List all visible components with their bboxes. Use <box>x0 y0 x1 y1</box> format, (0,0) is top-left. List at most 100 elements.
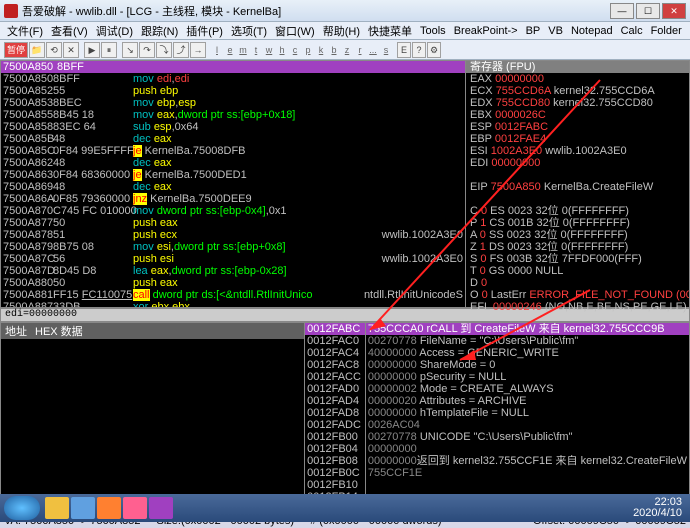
s-btn[interactable]: s <box>380 45 392 55</box>
reg-row[interactable]: Z 1 DS 0023 32位 0(FFFFFFFF) <box>466 241 689 253</box>
info-row[interactable]: 0026AC04 <box>366 419 689 431</box>
menu-vb[interactable]: VB <box>545 25 566 37</box>
cpu-row[interactable]: 7500A8508BFFmov edi,edi <box>1 73 465 85</box>
info-row[interactable]: 00270778 UNICODE "C:\Users\Public\fm" <box>366 431 689 443</box>
reg-row[interactable]: EDI 00000000 <box>466 157 689 169</box>
reg-row[interactable]: D 0 <box>466 277 689 289</box>
run-button[interactable]: ▶ <box>84 42 100 58</box>
t-btn[interactable]: t <box>250 45 262 55</box>
p-btn[interactable]: p <box>302 45 314 55</box>
info-row[interactable]: 00000002 Mode = CREATE_ALWAYS <box>366 383 689 395</box>
menu-bp[interactable]: BreakPoint-> <box>451 25 521 37</box>
reg-row[interactable]: A 0 SS 0023 32位 0(FFFFFFFF) <box>466 229 689 241</box>
c-btn[interactable]: c <box>289 45 301 55</box>
menu-view[interactable]: 查看(V) <box>48 23 91 39</box>
cpu-row[interactable]: 7500A87851push ecxwwlib.1002A3E0 <box>1 229 465 241</box>
menu-help[interactable]: 帮助(H) <box>320 23 363 39</box>
task-app1-icon[interactable] <box>97 497 121 519</box>
close-button[interactable]: ✕ <box>662 3 686 19</box>
open-button[interactable]: 📁 <box>29 42 45 58</box>
cpu-row[interactable]: 7500A85255push ebp <box>1 85 465 97</box>
cpu-row[interactable]: 7500A86A0F85 79360000jnz KernelBa.7500DE… <box>1 193 465 205</box>
cpu-row[interactable]: 7500A870C745 FC 010000mov dword ptr ss:[… <box>1 205 465 217</box>
cpu-row[interactable]: 7500A87C56push esiwwlib.1002A3E0 <box>1 253 465 265</box>
stack-row[interactable]: 0012FB08 <box>305 455 365 467</box>
cpu-row[interactable]: 7500A88050push eax <box>1 277 465 289</box>
cpu-row[interactable]: 7500A8798B75 08mov esi,dword ptr ss:[ebp… <box>1 241 465 253</box>
stack-row[interactable]: 0012FAC8 <box>305 359 365 371</box>
cpu-row[interactable]: 7500A85B48dec eax <box>1 133 465 145</box>
stack-row[interactable]: 0012FB10 <box>305 479 365 491</box>
info-row[interactable]: 00000000 <box>366 443 689 455</box>
cpu-row[interactable]: 7500A85C0F84 99E5FFFFje KernelBa.75008DF… <box>1 145 465 157</box>
m-btn[interactable]: m <box>237 45 249 55</box>
stack-row[interactable]: 0012FAC4 <box>305 347 365 359</box>
cpu-row[interactable]: 7500A88733DBxor ebx,ebx <box>1 301 465 308</box>
reg-row[interactable]: EBP 0012FAE4 <box>466 133 689 145</box>
info-row[interactable]: 00000000 pSecurity = NULL <box>366 371 689 383</box>
stack-row[interactable]: 0012FB04 <box>305 443 365 455</box>
h-btn[interactable]: h <box>276 45 288 55</box>
pause2-button[interactable]: ⏸ <box>101 42 117 58</box>
menu-folder[interactable]: Folder <box>648 25 685 37</box>
stack-row[interactable]: 0012FAD0 <box>305 383 365 395</box>
task-app3-icon[interactable] <box>149 497 173 519</box>
menu-shortcut[interactable]: 快捷菜单 <box>365 23 415 39</box>
r-btn[interactable]: r <box>354 45 366 55</box>
z-btn[interactable]: z <box>341 45 353 55</box>
cpu-row[interactable]: 7500A87750push eax <box>1 217 465 229</box>
menu-debug[interactable]: 调试(D) <box>93 23 136 39</box>
start-button[interactable] <box>4 496 40 520</box>
reg-row[interactable]: P 1 CS 001B 32位 0(FFFFFFFF) <box>466 217 689 229</box>
menu-option[interactable]: 选项(T) <box>228 23 270 39</box>
registers-pane[interactable]: 寄存器 (FPU) EAX 00000000ECX 755CCD6A kerne… <box>466 60 690 308</box>
stack-row[interactable]: 0012FADC <box>305 419 365 431</box>
reg-row[interactable]: EAX 00000000 <box>466 73 689 85</box>
menu-notepad[interactable]: Notepad <box>568 25 616 37</box>
info-row[interactable]: 40000000 Access = GENERIC_WRITE <box>366 347 689 359</box>
menu-calc[interactable]: Calc <box>618 25 646 37</box>
dots-btn[interactable]: ... <box>367 45 379 55</box>
info-row[interactable]: 00270778 FileName = "C:\Users\Public\fm" <box>366 335 689 347</box>
reg-row[interactable] <box>466 193 689 205</box>
restart-button[interactable]: ⟲ <box>46 42 62 58</box>
stack-row[interactable]: 0012FAD8 <box>305 407 365 419</box>
info-row[interactable]: 00000000返回到 kernel32.755CCF1E 来自 kernel3… <box>366 455 689 467</box>
menu-plugin[interactable]: 插件(P) <box>183 23 226 39</box>
info-row[interactable]: 00000000 ShareMode = 0 <box>366 359 689 371</box>
reg-row[interactable]: ESP 0012FABC <box>466 121 689 133</box>
task-explorer-icon[interactable] <box>71 497 95 519</box>
stepinto-button[interactable]: ↘ <box>122 42 138 58</box>
menu-window[interactable]: 窗口(W) <box>272 23 318 39</box>
reg-row[interactable]: EDX 755CCD80 kernel32.755CCD80 <box>466 97 689 109</box>
reg-row[interactable] <box>466 169 689 181</box>
cpu-row[interactable]: 7500A881FF15 FC110075call dword ptr ds:[… <box>1 289 465 301</box>
maximize-button[interactable]: ☐ <box>636 3 660 19</box>
tt-btn[interactable]: ? <box>412 42 426 58</box>
traceinto-button[interactable]: ⤵ <box>156 42 172 58</box>
stack-row[interactable]: 0012FACC <box>305 371 365 383</box>
cpu-row[interactable]: 7500A87D8D45 D8lea eax,dword ptr ss:[ebp… <box>1 265 465 277</box>
task-folder-icon[interactable] <box>45 497 69 519</box>
stepover-button[interactable]: ↷ <box>139 42 155 58</box>
cpu-row[interactable]: 7500A8558B45 18mov eax,dword ptr ss:[ebp… <box>1 109 465 121</box>
reg-row[interactable]: O 0 LastErr ERROR_FILE_NOT_FOUND (00 <box>466 289 689 301</box>
reg-row[interactable]: ECX 755CCD6A kernel32.755CCD6A <box>466 85 689 97</box>
cpu-row[interactable]: 7500A8630F84 68360000je KernelBa.7500DED… <box>1 169 465 181</box>
stack-row[interactable]: 0012FB00 <box>305 431 365 443</box>
k-btn[interactable]: k <box>315 45 327 55</box>
stack-row[interactable]: 0012FB0C <box>305 467 365 479</box>
menu-bp2[interactable]: BP <box>523 25 544 37</box>
reg-row[interactable]: EBX 0000026C <box>466 109 689 121</box>
reg-row[interactable]: EFL 00000246 (NO,NB,E,BE,NS,PE,GE,LE) <box>466 301 689 313</box>
e-btn[interactable]: e <box>224 45 236 55</box>
w-btn[interactable]: w <box>263 45 275 55</box>
cfg-btn[interactable]: ⚙ <box>427 42 441 58</box>
stack-row[interactable]: 0012FAD4 <box>305 395 365 407</box>
reg-row[interactable]: C 0 ES 0023 32位 0(FFFFFFFF) <box>466 205 689 217</box>
pause-button[interactable]: 暂停 <box>4 42 28 58</box>
tilret-button[interactable]: → <box>190 42 206 58</box>
b-btn[interactable]: b <box>328 45 340 55</box>
cpu-row[interactable]: 7500A86248dec eax <box>1 157 465 169</box>
info-row[interactable]: 00000020 Attributes = ARCHIVE <box>366 395 689 407</box>
